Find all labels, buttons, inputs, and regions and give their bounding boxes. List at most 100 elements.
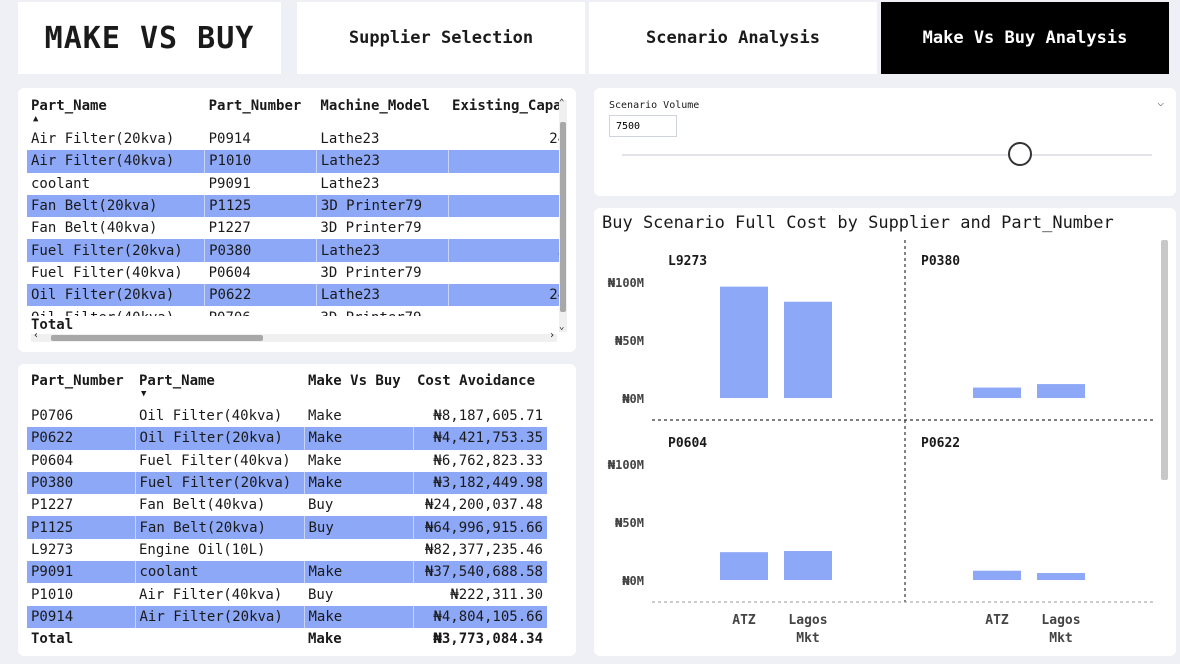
cell-machine-model: Lathe23 (315, 284, 449, 307)
table-row[interactable]: P9091 coolant Make ₦37,540,688.58 (27, 561, 547, 584)
y-tick-label: ₦0M (622, 392, 644, 406)
bar-P0622-1 (1037, 573, 1085, 580)
scroll-up-icon[interactable]: ⌃ (559, 98, 564, 108)
y-tick-label: ₦100M (608, 276, 644, 290)
buy-scenario-chart: Buy Scenario Full Cost by Supplier and P… (594, 208, 1176, 656)
cell-decision: Make (303, 471, 413, 495)
cell-part-number: P1125 (27, 516, 135, 539)
scroll-left-icon[interactable]: ‹ (33, 330, 39, 341)
table-row[interactable]: coolant P9091 Lathe23 29 (27, 173, 559, 195)
table-row[interactable]: Oil Filter(40kva)P07063D Printer791 (27, 306, 559, 316)
table-row[interactable]: P1125 Fan Belt(20kva) Buy ₦64,996,915.66 (27, 516, 547, 539)
cell-part-number: P0706 (31, 408, 74, 425)
cell-capacity: 4 (448, 262, 559, 284)
table-row[interactable]: Fuel Filter(20kva)P0380Lathe23510 (27, 239, 559, 262)
table-row[interactable]: P0604 Fuel Filter(40kva) Make ₦6,762,823.33 (27, 450, 547, 472)
cell-cost-avoidance: ₦82,377,235.46 (424, 541, 543, 558)
cell-cost-avoidance: ₦8,187,605.71 (433, 408, 543, 425)
horizontal-scrollbar[interactable]: ‹ › (31, 330, 557, 342)
bar-P0604-1 (784, 551, 832, 580)
x-tick-label: Mkt (1049, 631, 1072, 646)
table-row[interactable]: Oil Filter(20kva)P0622Lathe232400 (27, 284, 559, 307)
cell-part-name: Air Filter(20kva) (134, 605, 304, 628)
table-row[interactable]: P0622 Oil Filter(20kva) Make ₦4,421,753.35 (27, 427, 547, 450)
scrollbar-thumb[interactable] (560, 122, 566, 312)
cell-part-name: Fan Belt(40kva) (139, 497, 266, 514)
table-row[interactable]: Air Filter(20kva) P0914 Lathe23 2400 (27, 128, 559, 150)
cell-capacity: 14 (447, 194, 559, 218)
table-row[interactable]: Air Filter(40kva)P1010Lathe2339 (27, 150, 559, 173)
col-header-make-vs-buy[interactable]: Make Vs Buy (304, 373, 413, 405)
cell-cost-avoidance: ₦24,200,037.48 (424, 497, 543, 514)
chart-canvas: L9273 ₦0M ₦50M ₦100M P0380 P0604 ₦0M ₦50M ₦100M P… (608, 240, 1156, 646)
table-row[interactable]: Fan Belt(40kva) P1227 3D Printer79 8 (27, 217, 559, 239)
col-header-existing-capacity[interactable]: Existing_Capac (448, 98, 559, 128)
cell-part-number: P1227 (208, 220, 251, 237)
col-header-machine-model[interactable]: Machine_Model (316, 98, 448, 128)
cell-part-name: Air Filter(20kva) (31, 131, 175, 148)
cost-avoidance-grid: Part_Number Part_Name ▼ Make Vs Buy Cost … (27, 373, 547, 650)
table-row[interactable]: P0914 Air Filter(20kva) Make ₦4,804,105.66 (27, 605, 547, 628)
cell-part-name: Fuel Filter(40kva) (139, 452, 291, 469)
cell-part-name: Fuel Filter(20kva) (134, 471, 304, 495)
table-row[interactable]: P0380 Fuel Filter(20kva) Make ₦3,182,449.98 (27, 471, 547, 495)
scroll-right-icon[interactable]: › (549, 330, 555, 341)
total-decision: Make (308, 631, 342, 648)
cell-part-number: P1010 (31, 586, 74, 603)
scroll-down-icon[interactable]: ⌄ (559, 322, 564, 332)
cell-capacity: 510 (447, 239, 559, 262)
cell-decision: Buy (308, 497, 334, 514)
col-header-part-number[interactable]: Part_Number (27, 373, 135, 405)
cell-part-number: L9273 (31, 541, 74, 558)
panel-label: P0622 (921, 436, 960, 451)
x-tick-label: Lagos (1041, 613, 1080, 628)
col-header-part-number[interactable]: Part_Number (205, 98, 317, 128)
cell-part-number: P9091 (208, 175, 251, 192)
chart-scrollbar[interactable] (1161, 240, 1168, 650)
cell-decision: Make (303, 605, 413, 628)
cell-part-name: Fuel Filter(40kva) (31, 264, 183, 281)
chevron-down-icon[interactable]: ⌵ (1157, 96, 1164, 109)
cell-decision: Buy (308, 586, 334, 603)
cell-part-number: P1227 (31, 497, 74, 514)
make-vs-buy-analysis-button[interactable]: Make Vs Buy Analysis (881, 2, 1169, 74)
bar-L9273-0 (720, 286, 768, 398)
table-row[interactable]: P0706 Oil Filter(40kva) Make ₦8,187,605.71 (27, 405, 547, 427)
scrollbar-thumb[interactable] (51, 335, 263, 341)
bar-P0380-0 (973, 387, 1021, 398)
cell-cost-avoidance: ₦3,182,449.98 (412, 471, 547, 495)
cell-cost-avoidance: ₦37,540,688.58 (412, 561, 547, 584)
scenario-analysis-button[interactable]: Scenario Analysis (589, 2, 877, 74)
cell-decision: Buy (303, 516, 413, 539)
scrollbar-thumb[interactable] (1161, 240, 1168, 480)
vertical-scrollbar[interactable]: ⌃ ⌄ (559, 98, 567, 332)
col-header-part-name[interactable]: Part_Name ▲ (27, 98, 205, 128)
table-row[interactable]: Fuel Filter(40kva) P0604 3D Printer79 4 (27, 262, 559, 284)
cell-part-name: Air Filter(40kva) (139, 586, 283, 603)
scenario-volume-input[interactable] (609, 115, 677, 137)
cell-machine-model: 3D Printer79 (320, 264, 422, 281)
cell-part-name: Oil Filter(40kva) (27, 306, 205, 316)
table-row[interactable]: Fan Belt(20kva)P11253D Printer7914 (27, 194, 559, 218)
slicer-label: Scenario Volume (609, 100, 700, 111)
col-header-part-name[interactable]: Part_Name ▼ (135, 373, 304, 405)
panel-label: P0380 (921, 254, 960, 269)
cell-part-number: P9091 (27, 561, 135, 584)
cell-part-name: Fan Belt(20kva) (27, 194, 205, 218)
cell-decision: Make (308, 452, 342, 469)
cell-part-number: P0914 (208, 131, 251, 148)
table-row[interactable]: L9273 Engine Oil(10L) ₦82,377,235.46 (27, 539, 547, 561)
slider-track[interactable] (622, 154, 1152, 156)
slider-handle[interactable] (1007, 142, 1032, 166)
bar-P0622-0 (973, 570, 1021, 580)
cell-machine-model: 3D Printer79 (315, 194, 449, 218)
cell-part-number: P0622 (204, 284, 317, 307)
table-row[interactable]: P1010 Air Filter(40kva) Buy ₦222,311.30 (27, 583, 547, 605)
cell-capacity: 2400 (447, 284, 559, 307)
page-title: MAKE VS BUY (18, 2, 281, 74)
table-row[interactable]: P1227 Fan Belt(40kva) Buy ₦24,200,037.48 (27, 494, 547, 516)
bar-P0380-1 (1037, 384, 1085, 398)
cell-part-number: P1125 (204, 194, 317, 218)
col-header-cost-avoidance[interactable]: Cost Avoidance (413, 373, 547, 405)
supplier-selection-button[interactable]: Supplier Selection (297, 2, 585, 74)
